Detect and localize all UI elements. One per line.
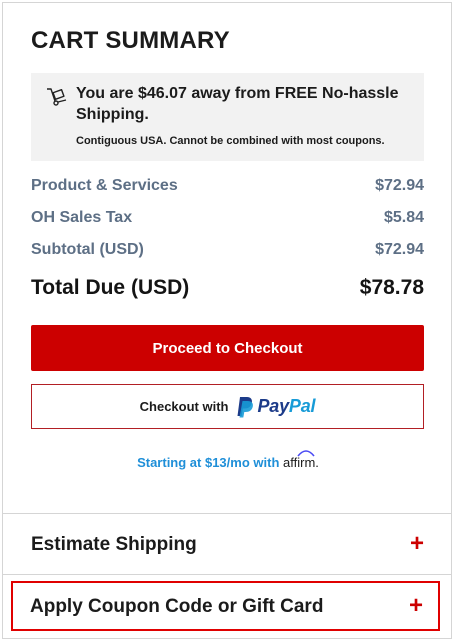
hand-truck-icon [47, 88, 67, 106]
total-label: Total Due (USD) [31, 276, 190, 299]
paypal-word-pal: Pal [288, 396, 316, 416]
line-value: $5.84 [383, 209, 424, 226]
estimate-shipping-toggle[interactable]: Estimate Shipping + [31, 530, 424, 558]
total-due-row: Total Due (USD) $78.78 [31, 276, 424, 304]
paypal-prefix: Checkout with [139, 399, 229, 414]
accordion-label: Apply Coupon Code or Gift Card [30, 596, 324, 617]
free-shipping-notice: You are $46.07 away from FREE No-hassle … [31, 73, 424, 161]
shipping-fineprint: Contiguous USA. Cannot be combined with … [76, 135, 385, 147]
proceed-to-checkout-button[interactable]: Proceed to Checkout [31, 325, 424, 371]
line-item-tax: OH Sales Tax $5.84 [31, 209, 424, 231]
affirm-financing-link[interactable]: Starting at $13/mo with affirm. [3, 450, 453, 470]
line-label: Product & Services [31, 177, 178, 194]
affirm-text: Starting at $13/mo with [137, 455, 280, 470]
affirm-arc-icon [297, 450, 315, 457]
cart-summary-panel: CART SUMMARY You are $46.07 away from FR… [2, 2, 452, 639]
affirm-logo: affirm. [283, 450, 319, 470]
total-value: $78.78 [359, 276, 424, 299]
cart-summary-title: CART SUMMARY [31, 27, 230, 54]
line-label: OH Sales Tax [31, 209, 133, 226]
line-item-products: Product & Services $72.94 [31, 177, 424, 199]
paypal-mark-icon [237, 396, 254, 417]
line-item-subtotal: Subtotal (USD) $72.94 [31, 241, 424, 263]
apply-coupon-toggle[interactable]: Apply Coupon Code or Gift Card + [30, 592, 423, 620]
line-label: Subtotal (USD) [31, 241, 144, 258]
paypal-checkout-button[interactable]: Checkout with PayPal [31, 384, 424, 429]
accordion-label: Estimate Shipping [31, 534, 197, 555]
paypal-wordmark: PayPal [257, 396, 315, 417]
paypal-word-pay: Pay [257, 396, 289, 416]
plus-icon: + [409, 530, 424, 557]
section-divider [3, 574, 451, 575]
section-divider [3, 513, 451, 514]
line-value: $72.94 [375, 177, 424, 194]
affirm-brand: affirm. [283, 455, 319, 470]
plus-icon: + [408, 592, 423, 619]
line-value: $72.94 [375, 241, 424, 258]
shipping-threshold-text: You are $46.07 away from FREE No-hassle … [76, 85, 399, 123]
paypal-logo: PayPal [236, 396, 316, 418]
